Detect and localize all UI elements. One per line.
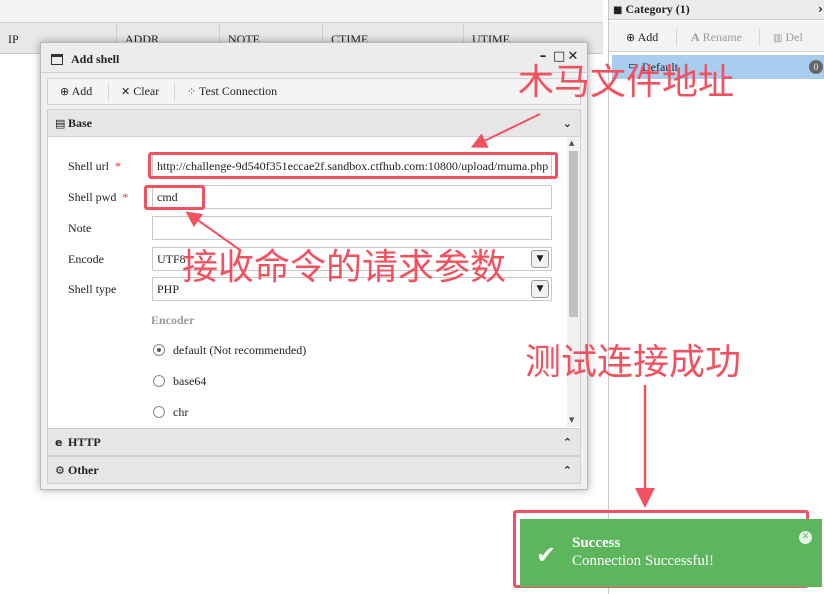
toast-message: Connection Successful! [572,553,715,569]
arrow-to-pwd [185,211,241,251]
check-icon: ✔ [536,541,557,569]
arrow-to-url [470,113,541,148]
annotation-arrows [185,113,655,508]
close-icon[interactable]: ✕ [799,531,812,544]
success-toast: ✔ Success Connection Successful! ✕ [520,519,822,587]
toast-title: Success [572,535,621,551]
